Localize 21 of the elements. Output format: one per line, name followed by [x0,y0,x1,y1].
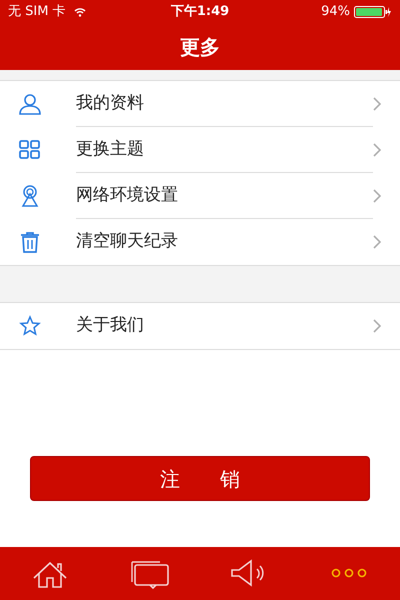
wifi-icon [74,8,86,16]
star-icon [18,314,42,338]
battery-text: 94% [321,3,350,22]
person-icon [18,92,42,116]
page-title: 更多 [180,34,220,61]
menu-item[interactable]: 关于我们 [0,303,400,349]
battery-icon [354,6,392,18]
chevron-icon [373,319,382,333]
clock-text: 下午1:49 [170,3,230,22]
chevron-icon [373,97,382,111]
chevron-icon [373,143,382,157]
trash-icon [18,230,42,254]
chevron-icon [373,189,382,203]
menu-item[interactable]: 网络环境设置 [0,173,400,219]
menu-item[interactable]: 我的资料 [0,81,400,127]
carrier-text: 无 SIM 卡 [8,3,66,22]
menu-item[interactable]: 清空聊天纪录 [0,219,400,265]
chevron-icon [373,235,382,249]
grid-icon [18,138,42,162]
logout-button[interactable]: 注 销 [30,456,370,501]
menu-item[interactable]: 更换主题 [0,127,400,173]
